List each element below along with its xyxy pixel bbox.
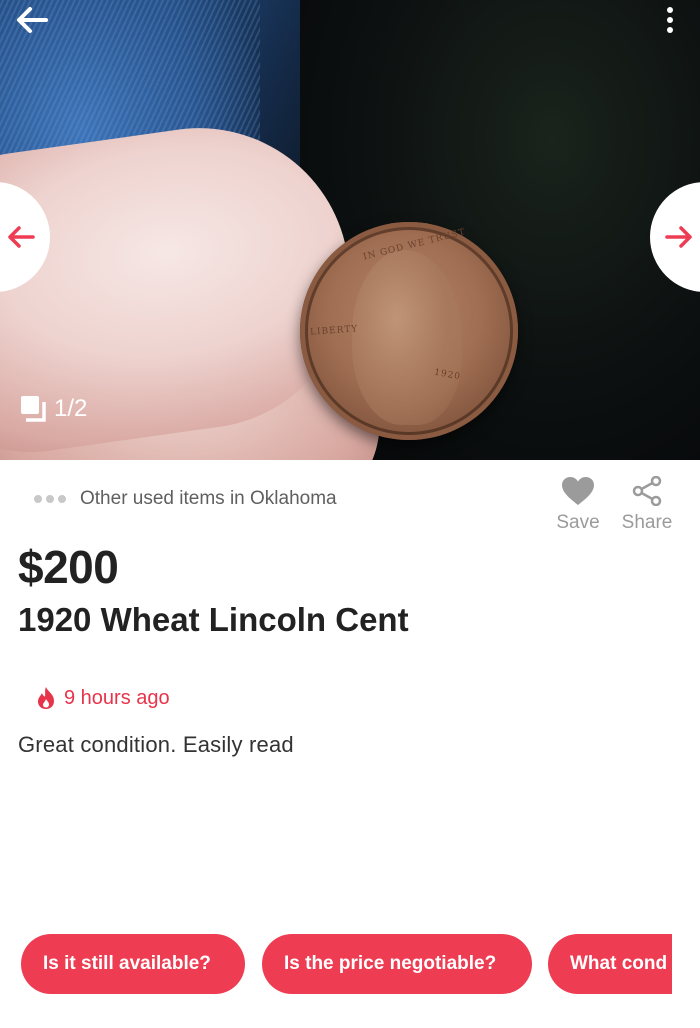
- share-icon: [632, 476, 662, 506]
- category-text: Other used items in Oklahoma: [80, 488, 337, 509]
- listing-price: $200: [18, 541, 119, 593]
- quick-reply-condition-button[interactable]: What cond: [548, 934, 672, 994]
- listing-photo-gallery[interactable]: IN GOD WE TRUST LIBERTY 1920 1/2: [0, 0, 700, 460]
- more-dots-icon: [34, 495, 66, 503]
- listing-description: Great condition. Easily read: [18, 732, 294, 757]
- heart-icon: [562, 477, 594, 505]
- save-label: Save: [556, 512, 600, 533]
- share-label: Share: [621, 512, 673, 533]
- more-dot-icon: [667, 7, 673, 13]
- arrow-left-icon: [17, 7, 48, 33]
- photo-counter-text: 1/2: [54, 395, 88, 422]
- quick-reply-negotiable-button[interactable]: Is the price negotiable?: [262, 934, 532, 994]
- posted-time: 9 hours ago: [36, 686, 170, 710]
- gallery-stack-icon: [21, 396, 46, 422]
- posted-time-text: 9 hours ago: [64, 686, 170, 709]
- coin-portrait: [352, 250, 462, 425]
- quick-replies-bar: Is it still available? Is the price nego…: [0, 934, 672, 994]
- photo-coin: IN GOD WE TRUST LIBERTY 1920: [300, 222, 518, 440]
- share-button[interactable]: Share: [617, 476, 677, 534]
- quick-reply-available-button[interactable]: Is it still available?: [21, 934, 245, 994]
- more-dot-icon: [667, 27, 673, 33]
- back-button[interactable]: [12, 2, 52, 38]
- category-link[interactable]: Other used items in Oklahoma: [34, 488, 337, 510]
- flame-icon: [38, 687, 54, 709]
- more-options-button[interactable]: [660, 2, 680, 38]
- photo-counter: 1/2: [18, 394, 87, 424]
- arrow-left-icon: [8, 226, 35, 248]
- listing-title: 1920 Wheat Lincoln Cent: [18, 601, 409, 638]
- more-dot-icon: [667, 17, 673, 23]
- arrow-right-icon: [665, 226, 692, 248]
- save-button[interactable]: Save: [552, 476, 604, 534]
